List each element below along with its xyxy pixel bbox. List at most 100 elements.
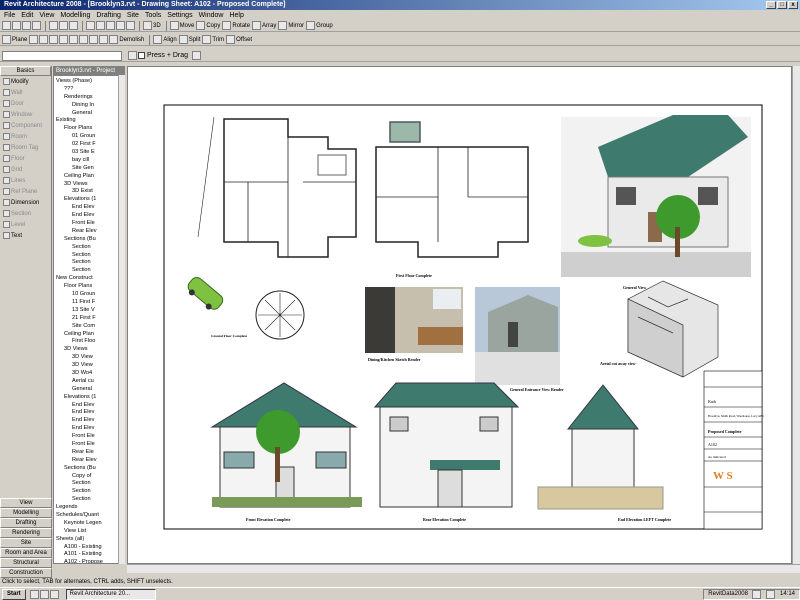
move-button[interactable]: Move (169, 21, 194, 31)
browser-tree-node[interactable]: Section (54, 244, 124, 252)
designbar-item-window[interactable]: Window (0, 109, 51, 120)
browser-tree-node[interactable]: 3D View (54, 354, 124, 362)
tray-icon[interactable] (765, 589, 775, 599)
browser-tree-node[interactable]: End Elev (54, 402, 124, 410)
browser-tree-node[interactable]: bay cill (54, 157, 124, 165)
browser-tree-node[interactable]: Rear Elev (54, 457, 124, 465)
browser-tree-node[interactable]: Front Ele (54, 433, 124, 441)
offset-button[interactable]: Offset (226, 35, 252, 45)
browser-tree-node[interactable]: Section (54, 259, 124, 267)
browser-tree-node[interactable]: New Construct (54, 275, 124, 283)
browser-tree-node[interactable]: Front Ele (54, 441, 124, 449)
browser-tree-node[interactable]: Keynote Legen (54, 520, 124, 528)
menu-file[interactable]: File (4, 12, 15, 19)
menu-drafting[interactable]: Drafting (96, 12, 121, 19)
browser-tree-node[interactable]: Dining In (54, 102, 124, 110)
menu-settings[interactable]: Settings (167, 12, 192, 19)
tab-structural[interactable]: Structural (0, 558, 52, 568)
browser-tree-node[interactable]: Site Gen (54, 165, 124, 173)
designbar-item-dimension[interactable]: Dimension (0, 197, 51, 208)
array-button[interactable]: Array (252, 21, 276, 31)
quicklaunch-icon[interactable] (49, 589, 59, 599)
designbar-item-text[interactable]: Text (0, 230, 51, 241)
zoom-icon[interactable] (106, 21, 115, 30)
press-drag-checkbox[interactable] (138, 52, 145, 59)
trim-button[interactable]: Trim (202, 35, 224, 45)
browser-tree-node[interactable]: A100 - Existing (54, 544, 124, 552)
split-button[interactable]: Split (178, 35, 200, 45)
type-selector[interactable] (2, 50, 122, 61)
copy-button[interactable]: Copy (196, 21, 220, 31)
redo-icon[interactable] (96, 21, 105, 30)
browser-tree-node[interactable]: Sections (Bu (54, 465, 124, 473)
designbar-item-level[interactable]: Level (0, 219, 51, 230)
save-icon[interactable] (22, 21, 31, 30)
plane-button[interactable]: Plane (2, 35, 27, 45)
minimize-button[interactable]: _ (766, 1, 776, 9)
browser-tree-node[interactable]: End Elev (54, 417, 124, 425)
3d-view-button[interactable]: 3D (143, 21, 161, 31)
browser-tree-node[interactable]: 3D Exist (54, 188, 124, 196)
browser-tree-node[interactable]: A101 - Existing (54, 551, 124, 559)
browser-tree-node[interactable]: General (54, 110, 124, 118)
tool-icon[interactable] (59, 35, 69, 44)
tool-icon[interactable] (69, 35, 79, 44)
tab-construction[interactable]: Construction (0, 568, 52, 578)
taskbar-revit-button[interactable]: Revit Architecture 20... (65, 588, 156, 600)
browser-tree-node[interactable]: 21 First F (54, 315, 124, 323)
cut-icon[interactable] (49, 21, 58, 30)
designbar-item-grid[interactable]: Grid (0, 164, 51, 175)
browser-tree-node[interactable]: Ceiling Plan (54, 173, 124, 181)
menu-modelling[interactable]: Modelling (60, 12, 90, 19)
browser-scrollbar[interactable] (118, 75, 125, 564)
browser-tree-node[interactable]: Site Com (54, 323, 124, 331)
browser-tree-node[interactable]: Views (Phase) (54, 78, 124, 86)
browser-tree-node[interactable]: Elevations (1 (54, 196, 124, 204)
tab-drafting[interactable]: Drafting (0, 518, 52, 528)
tab-rendering[interactable]: Rendering (0, 528, 52, 538)
browser-tree-node[interactable]: Existing (54, 117, 124, 125)
browser-tree-node[interactable]: 3D Views (54, 346, 124, 354)
browser-tree-node[interactable]: Section (54, 496, 124, 504)
tool-icon[interactable] (79, 35, 89, 44)
browser-tree-node[interactable]: ??? (54, 86, 124, 94)
designbar-item-floor[interactable]: Floor (0, 153, 51, 164)
filter-icon[interactable] (192, 51, 202, 60)
designbar-item-door[interactable]: Door (0, 98, 51, 109)
browser-tree-node[interactable]: 10 Groun (54, 291, 124, 299)
browser-tree-node[interactable]: End Elev (54, 425, 124, 433)
window-icon[interactable] (126, 21, 135, 30)
open-icon[interactable] (12, 21, 21, 30)
menu-window[interactable]: Window (199, 12, 224, 19)
tab-modelling[interactable]: Modelling (0, 508, 52, 518)
print-icon[interactable] (32, 21, 41, 30)
designbar-item-room[interactable]: Room (0, 131, 51, 142)
quicklaunch-icon[interactable] (29, 589, 39, 599)
tab-room-and-area[interactable]: Room and Area (0, 548, 52, 558)
browser-tree-node[interactable]: End Elev (54, 212, 124, 220)
browser-tree-node[interactable]: 13 Site V (54, 307, 124, 315)
designbar-item-lines[interactable]: Lines (0, 175, 51, 186)
tool-icon[interactable] (49, 35, 59, 44)
browser-tree-node[interactable]: General (54, 386, 124, 394)
new-icon[interactable] (2, 21, 11, 30)
mirror-button[interactable]: Mirror (278, 21, 304, 31)
browser-tree-node[interactable]: 3D View (54, 362, 124, 370)
demolish-button[interactable]: Demolish (109, 35, 144, 45)
browser-tree-node[interactable]: Section (54, 480, 124, 488)
close-button[interactable]: x (788, 1, 798, 9)
designbar-item-room-tag[interactable]: Room Tag (0, 142, 51, 153)
browser-tree-node[interactable]: Floor Plans (54, 125, 124, 133)
drawing-area[interactable]: Ground Floor Complete First Floor Comple… (127, 66, 792, 564)
browser-tree-node[interactable]: 03 Site E (54, 149, 124, 157)
browser-tree-node[interactable]: Aerial cu (54, 378, 124, 386)
menu-help[interactable]: Help (229, 12, 243, 19)
designbar-item-section[interactable]: Section (0, 208, 51, 219)
rotate-button[interactable]: Rotate (222, 21, 250, 31)
browser-tree-node[interactable]: Ceiling Plan (54, 331, 124, 339)
tool-icon[interactable] (99, 35, 109, 44)
menu-view[interactable]: View (39, 12, 54, 19)
tool-icon[interactable] (29, 35, 39, 44)
browser-tree-node[interactable]: 02 First F (54, 141, 124, 149)
tool-icon[interactable] (39, 35, 49, 44)
